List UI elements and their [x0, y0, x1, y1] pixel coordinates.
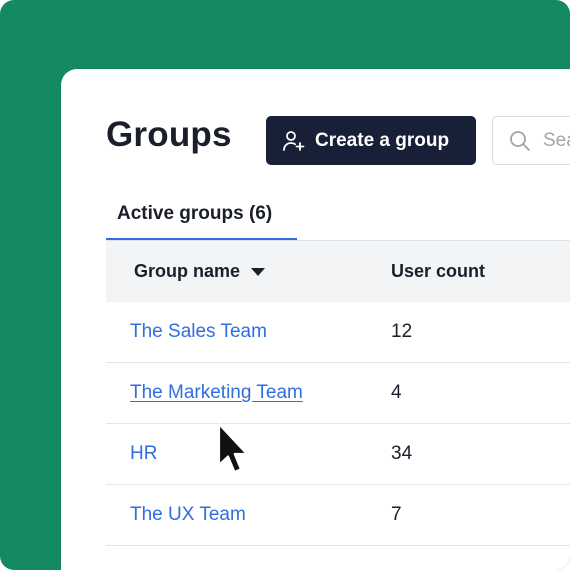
group-link[interactable]: HR: [130, 443, 157, 465]
group-link[interactable]: The Marketing Team: [130, 382, 303, 404]
column-header-user-count: User count: [391, 261, 485, 282]
column-header-group-name[interactable]: Group name: [134, 261, 266, 282]
create-group-button[interactable]: Create a group: [266, 116, 476, 165]
tab-active-groups[interactable]: Active groups (6): [106, 194, 297, 241]
search-box[interactable]: [492, 116, 570, 165]
column-label-group-name: Group name: [134, 261, 241, 281]
table-row: The UX Team 7: [106, 485, 570, 546]
column-label-user-count: User count: [391, 261, 486, 281]
table-header: Group name User count: [106, 241, 570, 302]
group-link[interactable]: The Sales Team: [130, 321, 267, 343]
user-count: 7: [391, 504, 402, 525]
table-row: HR 34: [106, 424, 570, 485]
table-row: The Marketing Team 4: [106, 363, 570, 424]
user-count: 12: [391, 321, 413, 342]
user-count: 34: [391, 443, 413, 464]
groups-panel: Groups Create a group Active groups (6) …: [61, 69, 570, 570]
user-count: 4: [391, 382, 402, 403]
mouse-pointer-icon: [217, 422, 249, 474]
page-title: Groups: [106, 115, 232, 154]
group-link[interactable]: The UX Team: [130, 504, 246, 526]
search-input[interactable]: [543, 129, 570, 152]
search-icon: [510, 130, 530, 151]
create-group-label: Create a group: [315, 129, 450, 151]
app-background: Groups Create a group Active groups (6) …: [0, 0, 570, 570]
tab-label: Active groups (6): [117, 203, 273, 224]
caret-down-icon: [251, 267, 266, 276]
table-row: The Sales Team 12: [106, 302, 570, 363]
add-user-icon: [283, 130, 305, 151]
